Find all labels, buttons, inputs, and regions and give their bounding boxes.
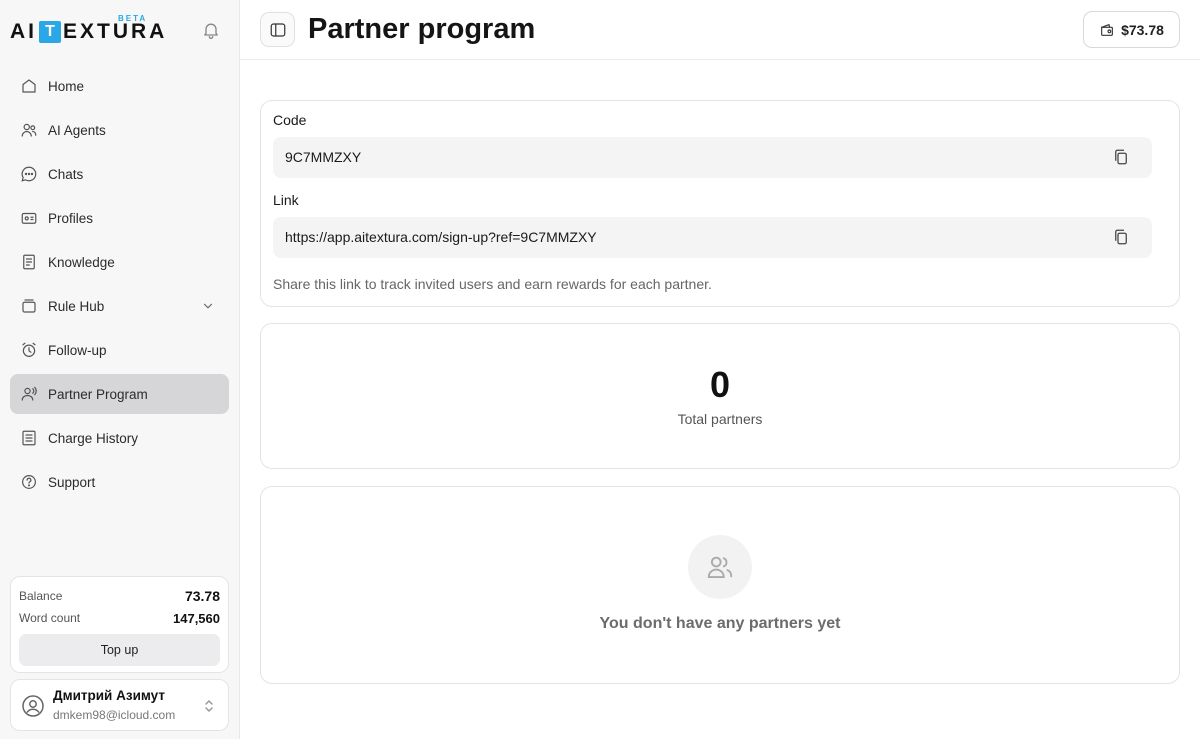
- link-label: Link: [273, 192, 299, 208]
- sidebar-item-knowledge[interactable]: Knowledge: [10, 242, 229, 282]
- user-email: dmkem98@icloud.com: [53, 708, 176, 722]
- sidebar-item-ai-agents[interactable]: AI Agents: [10, 110, 229, 150]
- logo-text-box: T: [39, 21, 61, 43]
- sidebar-item-label: Partner Program: [48, 386, 148, 402]
- sidebar-item-partner-program[interactable]: Partner Program: [10, 374, 229, 414]
- sidebar-item-chats[interactable]: Chats: [10, 154, 229, 194]
- help-icon: [20, 473, 38, 491]
- chevron-up-down-icon: [202, 698, 216, 714]
- wallet-icon: [1099, 22, 1115, 38]
- total-partners-label: Total partners: [677, 411, 763, 427]
- chat-icon: [20, 165, 38, 183]
- stats-card: 0 Total partners: [260, 323, 1180, 469]
- total-partners-value: 0: [709, 364, 731, 405]
- copy-code-icon[interactable]: [1112, 148, 1130, 166]
- sidebar-item-label: Chats: [48, 166, 84, 182]
- copy-link-icon[interactable]: [1112, 228, 1130, 246]
- sidebar-item-follow-up[interactable]: Follow-up: [10, 330, 229, 370]
- beta-badge: BETA: [118, 14, 148, 23]
- sidebar-item-label: Rule Hub: [48, 298, 105, 314]
- link-value: https://app.aitextura.com/sign-up?ref=9C…: [285, 229, 597, 245]
- empty-state-message: You don't have any partners yet: [599, 615, 841, 632]
- sidebar-item-support[interactable]: Support: [10, 462, 229, 502]
- balance-value: 73.78: [184, 588, 220, 604]
- sidebar-item-label: AI Agents: [48, 122, 106, 138]
- word-count-row: Word count 147,560: [19, 608, 220, 628]
- code-label: Code: [273, 112, 307, 128]
- sidebar: AI T EXTURA BETA Home AI Agents Chats Pr…: [0, 0, 240, 739]
- sidebar-item-label: Knowledge: [48, 254, 115, 270]
- book-icon: [20, 253, 38, 271]
- sidebar-item-rule-hub[interactable]: Rule Hub: [10, 286, 229, 326]
- home-icon: [20, 77, 38, 95]
- balance-card: Balance 73.78 Word count 147,560 Top up: [10, 576, 229, 673]
- stack-icon: [20, 297, 38, 315]
- wallet-button[interactable]: $73.78: [1083, 11, 1180, 48]
- user-name: Дмитрий Азимут: [53, 688, 165, 703]
- bell-icon[interactable]: [201, 20, 221, 40]
- sidebar-item-charge-history[interactable]: Charge History: [10, 418, 229, 458]
- code-value: 9C7MMZXY: [285, 149, 362, 165]
- wallet-amount: $73.78: [1121, 21, 1164, 38]
- sidebar-item-label: Home: [48, 78, 85, 94]
- logo-text-right: EXTURA: [63, 20, 168, 43]
- word-count-value: 147,560: [173, 610, 220, 626]
- top-up-button[interactable]: Top up: [19, 634, 220, 666]
- sidebar-item-label: Profiles: [48, 210, 94, 226]
- sidebar-item-label: Support: [48, 474, 96, 490]
- empty-state-icon-container: [688, 535, 752, 599]
- panel-toggle-icon: [269, 21, 287, 39]
- header: Partner program $73.78: [240, 0, 1200, 60]
- referral-hint: Share this link to track invited users a…: [273, 276, 712, 292]
- code-field[interactable]: 9C7MMZXY: [273, 137, 1152, 178]
- sidebar-nav: Home AI Agents Chats Profiles Knowledge …: [10, 66, 229, 506]
- page-title: Partner program: [308, 13, 536, 45]
- balance-row: Balance 73.78: [19, 586, 220, 606]
- sidebar-item-label: Follow-up: [48, 342, 107, 358]
- referral-card: Code 9C7MMZXY Link https://app.aitextura…: [260, 100, 1180, 307]
- id-card-icon: [20, 209, 38, 227]
- alarm-clock-icon: [20, 341, 38, 359]
- sidebar-toggle-button[interactable]: [260, 12, 295, 47]
- logo-text-left: AI: [10, 20, 37, 43]
- user-menu[interactable]: Дмитрий Азимут dmkem98@icloud.com: [10, 679, 229, 731]
- users-icon: [705, 552, 735, 582]
- link-field[interactable]: https://app.aitextura.com/sign-up?ref=9C…: [273, 217, 1152, 258]
- sidebar-item-profiles[interactable]: Profiles: [10, 198, 229, 238]
- partners-list-card: You don't have any partners yet: [260, 486, 1180, 684]
- chevron-down-icon[interactable]: [201, 299, 215, 313]
- sidebar-item-label: Charge History: [48, 430, 139, 446]
- word-count-label: Word count: [19, 611, 81, 625]
- users-icon: [20, 121, 38, 139]
- logo-row: AI T EXTURA BETA: [10, 14, 230, 48]
- sidebar-item-home[interactable]: Home: [10, 66, 229, 106]
- receipt-icon: [20, 429, 38, 447]
- partner-icon: [20, 385, 38, 403]
- balance-label: Balance: [19, 589, 63, 603]
- avatar-icon: [21, 694, 45, 718]
